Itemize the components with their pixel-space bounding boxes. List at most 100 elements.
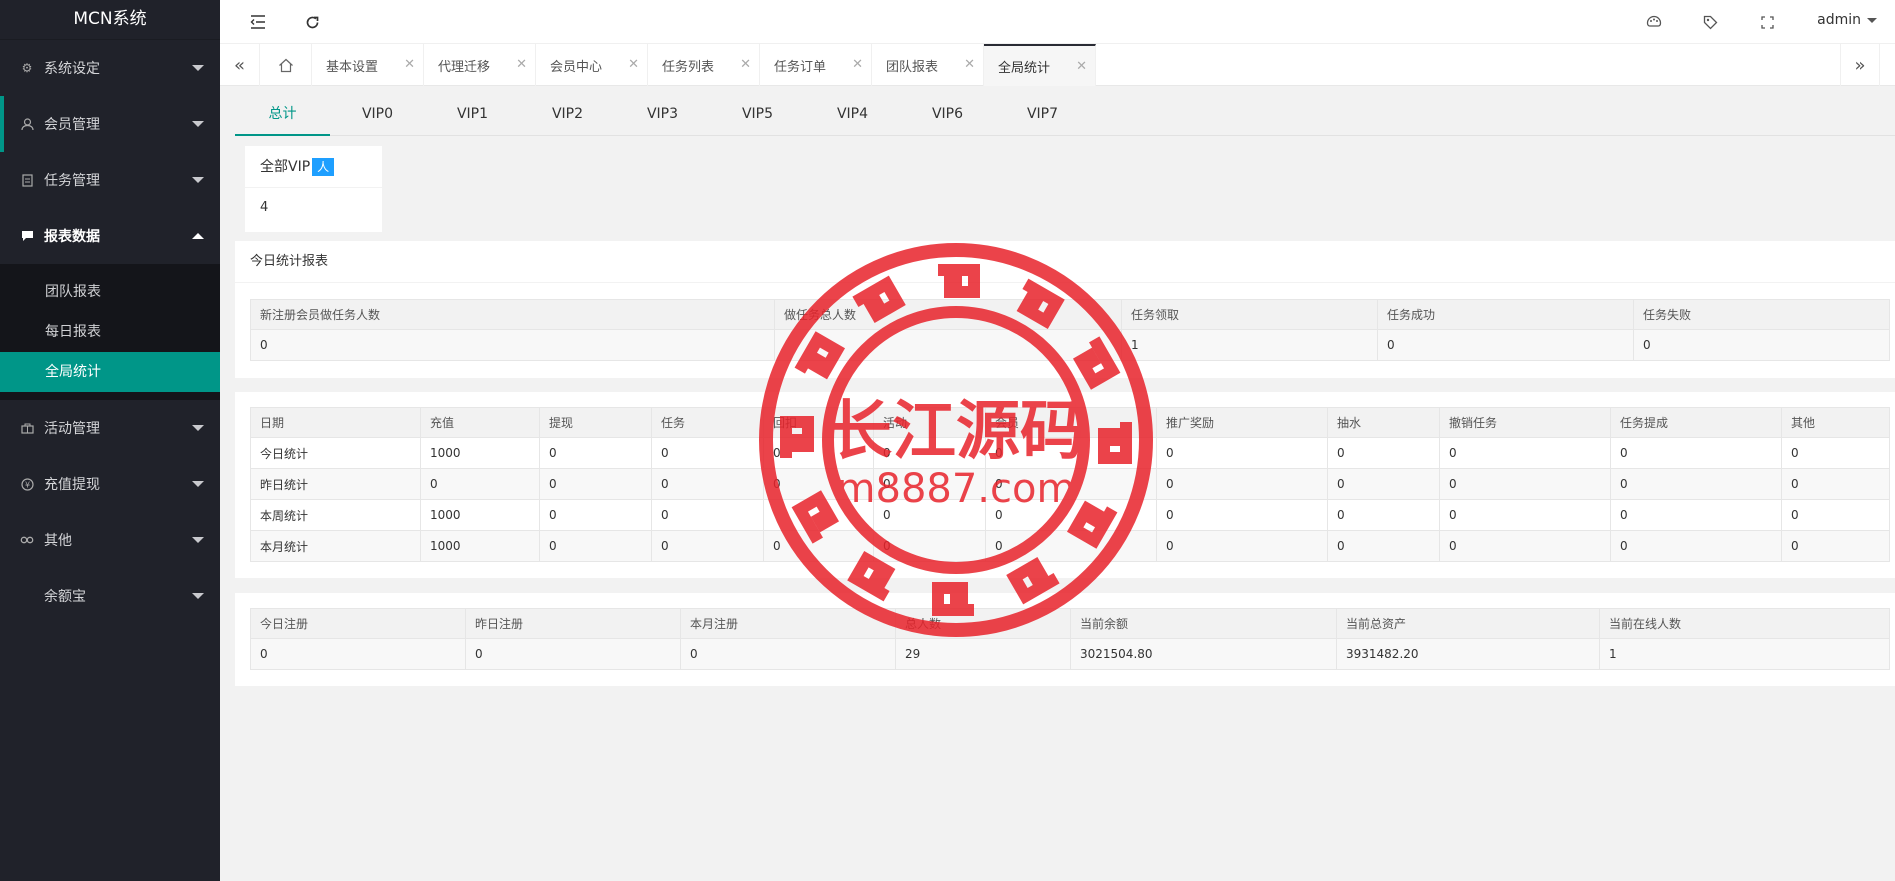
tab-member-center[interactable]: 会员中心 ✕: [536, 44, 648, 86]
tab-vip1[interactable]: VIP1: [425, 96, 520, 136]
table-header: 做任务总人数: [774, 299, 1122, 330]
app-logo: MCN系统: [0, 0, 220, 40]
tab-agent-migration[interactable]: 代理迁移 ✕: [424, 44, 536, 86]
table-header: 总人数: [895, 608, 1071, 639]
table-cell: 0: [651, 530, 764, 562]
sidebar-item-reports[interactable]: 报表数据: [0, 208, 220, 264]
table-row: 本周统计 1000 0 0 0 0 0 0 0 0 0: [250, 499, 1890, 531]
sidebar-subitem-daily-report[interactable]: 每日报表: [0, 312, 220, 352]
tab-vip6[interactable]: VIP6: [900, 96, 995, 136]
tab-vip7[interactable]: VIP7: [995, 96, 1090, 136]
close-icon[interactable]: ✕: [628, 57, 639, 72]
member-summary-table: 今日注册 昨日注册 本月注册 总人数 当前余额 当前总资产 当前在线人数 0 0…: [250, 608, 1890, 670]
tab-task-list[interactable]: 任务列表 ✕: [648, 44, 760, 86]
tab-total[interactable]: 总计: [235, 96, 330, 136]
svg-text:¥: ¥: [24, 480, 29, 489]
table-cell: 0: [763, 437, 874, 469]
close-icon[interactable]: ✕: [964, 57, 975, 72]
tabs-scroll-left-icon[interactable]: «: [220, 44, 260, 86]
caret-down-icon: [1867, 17, 1877, 23]
sidebar-item-other[interactable]: 其他: [0, 512, 220, 568]
vip-count-card: 全部VIP 人 4: [245, 146, 382, 232]
user-icon: [20, 117, 34, 131]
tab-vip0[interactable]: VIP0: [330, 96, 425, 136]
table-row: 今日统计 1000 0 0 0 0 0 0 0 0 0 0: [250, 437, 1890, 469]
card-title: 全部VIP: [260, 159, 311, 175]
close-icon[interactable]: ✕: [1076, 59, 1087, 74]
user-menu[interactable]: admin: [1817, 12, 1877, 28]
tab-vip3[interactable]: VIP3: [615, 96, 710, 136]
chevron-down-icon: [192, 177, 204, 183]
table-cell: 0: [985, 530, 1157, 562]
tab-vip5[interactable]: VIP5: [710, 96, 805, 136]
table-cell: 0: [1633, 329, 1890, 361]
sidebar-item-yuebao[interactable]: 余额宝: [0, 568, 220, 624]
table-cell: 0: [465, 638, 681, 670]
sidebar-item-tasks[interactable]: 任务管理: [0, 152, 220, 208]
tag-icon[interactable]: [1700, 12, 1720, 32]
sidebar-item-system-settings[interactable]: ⚙ 系统设定: [0, 40, 220, 96]
tab-global-stats[interactable]: 全局统计 ✕: [984, 44, 1096, 86]
table-cell: 0: [539, 530, 652, 562]
table-header: 活动: [873, 407, 986, 438]
tab-vip2[interactable]: VIP2: [520, 96, 615, 136]
table-cell: 0: [1327, 437, 1440, 469]
today-report-table: 新注册会员做任务人数 做任务总人数 任务领取 任务成功 任务失败 0 1 0 0: [250, 299, 1890, 361]
table-cell: 0: [1781, 437, 1890, 469]
sidebar-item-label: 活动管理: [44, 421, 100, 437]
close-icon[interactable]: ✕: [516, 57, 527, 72]
sidebar-item-recharge-withdraw[interactable]: ¥ 充值提现: [0, 456, 220, 512]
fullscreen-icon[interactable]: [1757, 12, 1777, 32]
tab-vip4[interactable]: VIP4: [805, 96, 900, 136]
username: admin: [1817, 12, 1861, 28]
menu-collapse-icon[interactable]: [248, 12, 268, 32]
close-icon[interactable]: ✕: [740, 57, 751, 72]
table-cell: 0: [1156, 437, 1328, 469]
table-header: 撤销任务: [1439, 407, 1611, 438]
table-header: 任务提成: [1610, 407, 1782, 438]
tabs-scroll-right-icon[interactable]: »: [1840, 44, 1880, 86]
top-header: admin: [220, 0, 1895, 44]
table-cell: 1: [1599, 638, 1890, 670]
table-cell: 0: [763, 530, 874, 562]
chevron-down-icon: [192, 537, 204, 543]
finance-stats-panel: 日期 充值 提现 任务 回扣 活动 会员 推广奖励 抽水 撤销任务 任务提成 其他 今日统计 1000 0…: [235, 392, 1895, 578]
table-cell: 昨日统计: [250, 468, 421, 500]
chevron-down-icon: [192, 121, 204, 127]
refresh-icon[interactable]: [302, 12, 322, 32]
table-cell: 0: [1439, 530, 1611, 562]
tabs-dropdown-icon[interactable]: [1880, 44, 1895, 86]
sidebar-item-activities[interactable]: 活动管理: [0, 400, 220, 456]
table-cell: 本周统计: [250, 499, 421, 531]
table-cell: 0: [680, 638, 896, 670]
table-cell: 3021504.80: [1070, 638, 1337, 670]
sidebar-subitem-global-stats[interactable]: 全局统计: [0, 352, 220, 392]
table-row: 昨日统计 0 0 0 0 0 0 0 0 0 0 0: [250, 468, 1890, 500]
gear-icon: ⚙: [21, 61, 33, 75]
close-icon[interactable]: ✕: [852, 57, 863, 72]
table-header: 任务成功: [1377, 299, 1634, 330]
table-header: 任务: [651, 407, 764, 438]
sidebar-item-members[interactable]: 会员管理: [0, 96, 220, 152]
table-row: 0 0 0 29 3021504.80 3931482.20 1: [250, 638, 1890, 670]
link-icon: [20, 533, 34, 547]
table-header: 新注册会员做任务人数: [250, 299, 775, 330]
theme-icon[interactable]: [1644, 12, 1664, 32]
close-icon[interactable]: ✕: [404, 57, 415, 72]
table-cell: 本月统计: [250, 530, 421, 562]
table-cell: 0: [763, 468, 874, 500]
tab-basic-settings[interactable]: 基本设置 ✕: [312, 44, 424, 86]
finance-stats-table: 日期 充值 提现 任务 回扣 活动 会员 推广奖励 抽水 撤销任务 任务提成 其他 今日统计 1000 0…: [250, 407, 1890, 562]
tab-task-orders[interactable]: 任务订单 ✕: [760, 44, 872, 86]
table-cell: 0: [250, 329, 775, 361]
table-cell: 0: [985, 437, 1157, 469]
home-tab-icon[interactable]: [260, 44, 312, 86]
tab-team-report[interactable]: 团队报表 ✕: [872, 44, 984, 86]
sidebar-item-label: 任务管理: [44, 173, 100, 189]
chevron-down-icon: [192, 65, 204, 71]
document-icon: [20, 173, 34, 187]
table-header: 昨日注册: [465, 608, 681, 639]
table-cell: 0: [651, 468, 764, 500]
table-cell: 0: [651, 499, 764, 531]
sidebar-subitem-team-report[interactable]: 团队报表: [0, 272, 220, 312]
